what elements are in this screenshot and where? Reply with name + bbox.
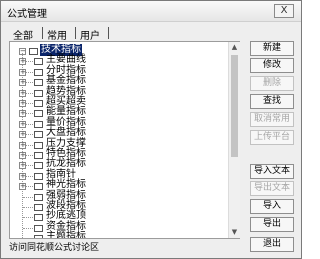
expand-icon[interactable]: + <box>19 120 26 128</box>
folder-icon <box>34 79 43 87</box>
find-button[interactable]: 查找 <box>250 94 294 109</box>
expand-icon[interactable]: + <box>19 79 26 87</box>
export-text-button: 导出文本 <box>250 181 294 196</box>
formula-tree[interactable]: − 技术指标 + 主要曲线 + 分时指标 + 基金指标 + 趋势指标 + 超买超卖 + 能量指标 + 量价指标… <box>10 42 228 238</box>
scroll-up-arrow-icon[interactable]: ▲ <box>229 42 240 53</box>
close-button[interactable]: X <box>274 4 294 18</box>
folder-icon <box>34 152 43 159</box>
folder-icon <box>34 214 43 222</box>
import-button[interactable]: 导入 <box>250 199 294 214</box>
remove-common-button: 取消常用 <box>250 112 294 127</box>
expand-icon[interactable]: + <box>19 141 26 149</box>
tree-root-row[interactable]: − 技术指标 <box>10 44 210 56</box>
folder-icon <box>29 48 38 55</box>
folder-icon <box>34 235 43 238</box>
expand-icon[interactable]: + <box>19 89 26 97</box>
expand-icon[interactable]: + <box>19 152 26 159</box>
folder-icon <box>34 58 43 66</box>
tab-separator <box>75 27 76 39</box>
forum-link[interactable]: 访问同花顺公式讨论区 <box>9 240 99 253</box>
tree-item[interactable]: + 主要曲线 <box>10 54 210 66</box>
scroll-thumb[interactable] <box>231 55 238 157</box>
expand-icon[interactable]: + <box>19 162 26 170</box>
tab-common[interactable]: 常用 <box>47 27 67 42</box>
upload-platform-button: 上传平台 <box>250 130 294 145</box>
expand-icon[interactable]: + <box>19 131 26 139</box>
tree-item[interactable]: + 压力支撑 <box>10 138 210 150</box>
tree-item-label: 主题指标 <box>46 231 86 238</box>
tree-item[interactable]: 强弱指标 <box>10 190 210 202</box>
tree-item[interactable]: 主题指标 <box>10 231 210 238</box>
tree-item[interactable]: + 神光指标 <box>10 179 210 191</box>
tab-user[interactable]: 用户 <box>80 27 100 42</box>
tab-all[interactable]: 全部 <box>13 27 33 42</box>
tree-item[interactable]: + 量价指标 <box>10 117 210 129</box>
tree-item[interactable]: + 能量指标 <box>10 106 210 118</box>
formula-manager-dialog: 公式管理 X 全部 常用 用户 − 技术指标 + 主要曲线 + 分时指标 + 基金指标 + 趋势指… <box>0 0 302 259</box>
folder-icon <box>34 100 43 107</box>
folder-icon <box>34 110 43 118</box>
tree-guide-line <box>23 227 33 229</box>
folder-icon <box>34 141 43 149</box>
tree-guide-line <box>23 196 33 198</box>
folder-icon <box>34 224 43 232</box>
new-button[interactable]: 新建 <box>250 41 294 56</box>
import-text-button[interactable]: 导入文本 <box>250 164 294 179</box>
tree-item[interactable]: + 趋势指标 <box>10 86 210 98</box>
title-bar: 公式管理 X <box>1 1 301 22</box>
tree-guide-line <box>23 217 33 219</box>
delete-button: 删除 <box>250 76 294 91</box>
folder-icon <box>34 120 43 128</box>
tab-separator <box>42 27 43 39</box>
edit-button[interactable]: 修改 <box>250 58 294 73</box>
folder-icon <box>34 193 43 201</box>
tree-item[interactable]: + 特色指标 <box>10 148 210 160</box>
folder-icon <box>34 172 43 180</box>
expand-icon[interactable]: + <box>19 68 26 76</box>
tree-item[interactable]: 波段指标 <box>10 200 210 212</box>
tree-item[interactable]: 抄底逃顶 <box>10 210 210 222</box>
expand-icon[interactable]: + <box>19 183 26 191</box>
expand-icon[interactable]: + <box>19 110 26 118</box>
vertical-scrollbar[interactable]: ▲ ▼ <box>228 42 240 238</box>
exit-button[interactable]: 退出 <box>250 237 294 252</box>
folder-icon <box>34 131 43 139</box>
expand-icon[interactable]: + <box>19 58 26 66</box>
window-title: 公式管理 <box>7 9 47 20</box>
folder-icon <box>34 183 43 191</box>
tree-item[interactable]: + 大盘指标 <box>10 127 210 139</box>
tree-item[interactable]: 资金指标 <box>10 221 210 233</box>
folder-icon <box>34 68 43 76</box>
folder-icon <box>34 204 43 211</box>
tree-item[interactable]: + 抗龙指标 <box>10 158 210 170</box>
scroll-down-arrow-icon[interactable]: ▼ <box>229 227 240 238</box>
folder-icon <box>34 162 43 170</box>
tree-item[interactable]: + 超买超卖 <box>10 96 210 108</box>
tab-separator <box>108 27 109 39</box>
export-button[interactable]: 导出 <box>250 217 294 232</box>
tree-item[interactable]: + 基金指标 <box>10 75 210 87</box>
tree-guide-line <box>23 207 33 208</box>
tree-item[interactable]: + 指南针 <box>10 169 210 181</box>
expand-icon[interactable]: + <box>19 100 26 107</box>
tree-item[interactable]: + 分时指标 <box>10 65 210 77</box>
formula-tree-panel: − 技术指标 + 主要曲线 + 分时指标 + 基金指标 + 趋势指标 + 超买超卖 + 能量指标 + 量价指标… <box>9 41 240 239</box>
expand-icon[interactable]: + <box>19 172 26 180</box>
folder-icon <box>34 89 43 97</box>
